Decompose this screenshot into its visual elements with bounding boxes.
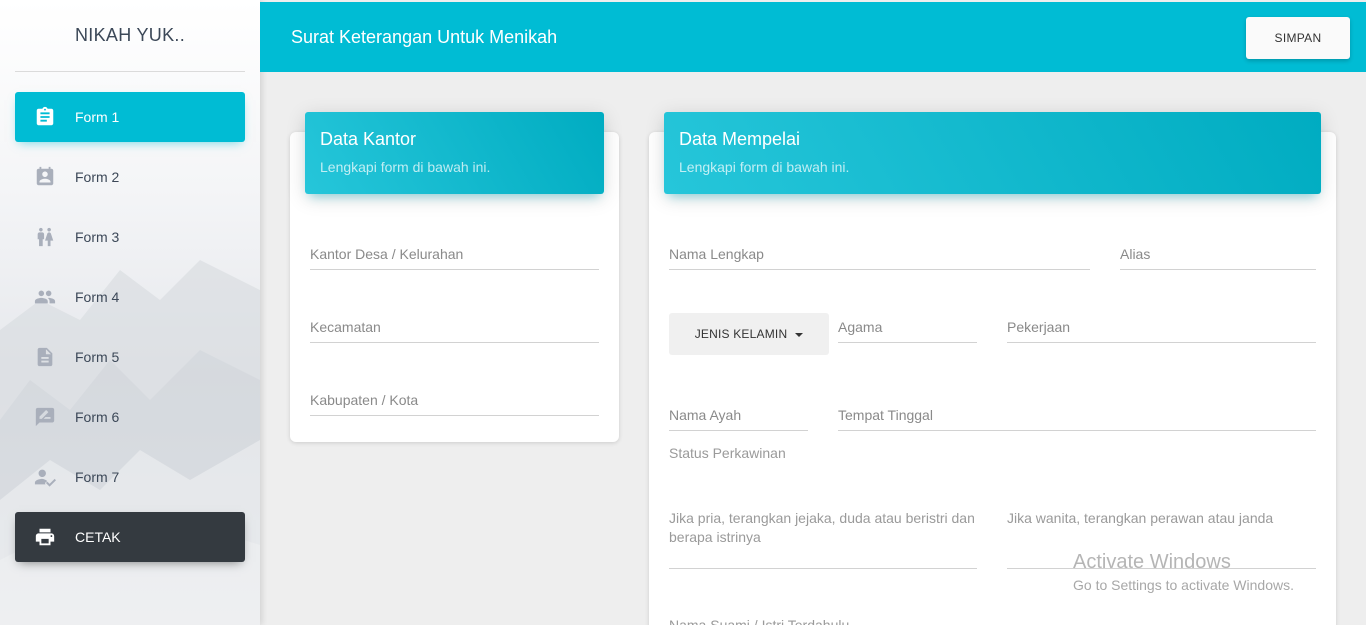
jika-wanita-label: Jika wanita, terangkan perawan atau jand… [1007,510,1274,526]
save-button[interactable]: SIMPAN [1246,17,1350,59]
tempat-tinggal-input[interactable]: Tempat Tinggal [838,407,1316,431]
sidebar-item-label: Form 1 [75,109,120,125]
agama-input[interactable]: Agama [838,319,977,343]
sidebar-item-label: Form 6 [75,409,120,425]
sidebar-item-label: Form 5 [75,349,120,365]
nama-lengkap-input[interactable]: Nama Lengkap [669,246,1090,270]
jika-pria-input[interactable] [669,568,977,569]
card-data-mempelai: Data Mempelai Lengkapi form di bawah ini… [649,112,1336,625]
page-title: Surat Keterangan Untuk Menikah [291,26,558,47]
top-navbar: Surat Keterangan Untuk Menikah SIMPAN [260,2,1366,72]
alias-input[interactable]: Alias [1120,246,1316,270]
document-icon [33,345,57,369]
card-header-kantor: Data Kantor Lengkapi form di bawah ini. [305,112,604,194]
activate-windows-subtitle: Go to Settings to activate Windows. [1073,577,1294,593]
card-title: Data Kantor [320,129,417,149]
sidebar-item-form-5[interactable]: Form 5 [15,332,245,382]
contact-card-icon [33,165,57,189]
nama-suami-istri-label: Nama Suami / Istri Terdahulu [669,617,850,625]
status-perkawinan-label: Status Perkawinan [669,445,786,461]
card-title: Data Mempelai [679,129,801,149]
sidebar: NIKAH YUK.. Form 1 Form 2 Form 3 Form 4 … [0,0,260,625]
jenis-kelamin-dropdown[interactable]: JENIS KELAMIN [669,313,829,355]
jika-pria-label: Jika pria, terangkan jejaka, duda atau b… [669,510,975,545]
card-subtitle: Lengkapi form di bawah ini. [320,159,491,175]
print-icon [33,525,57,549]
sidebar-item-cetak[interactable]: CETAK [15,512,245,562]
kabupaten-input[interactable]: Kabupaten / Kota [310,392,599,416]
sidebar-item-form-7[interactable]: Form 7 [15,452,245,502]
rate-review-icon [33,405,57,429]
sidebar-item-form-4[interactable]: Form 4 [15,272,245,322]
nama-ayah-input[interactable]: Nama Ayah [669,407,808,431]
activate-windows-title: Activate Windows [1073,551,1231,573]
clipboard-icon [33,105,57,129]
sidebar-item-label: Form 7 [75,469,120,485]
sidebar-nav: Form 1 Form 2 Form 3 Form 4 Form 5 Form … [15,92,245,572]
sidebar-item-form-3[interactable]: Form 3 [15,212,245,262]
sidebar-item-form-6[interactable]: Form 6 [15,392,245,442]
sidebar-item-form-1[interactable]: Form 1 [15,92,245,142]
sidebar-item-label: CETAK [75,529,121,545]
caret-down-icon [795,332,804,337]
card-subtitle: Lengkapi form di bawah ini. [679,159,850,175]
sidebar-item-form-2[interactable]: Form 2 [15,152,245,202]
wc-people-icon [33,225,57,249]
sidebar-item-label: Form 2 [75,169,120,185]
group-icon [33,285,57,309]
sidebar-item-label: Form 4 [75,289,120,305]
kecamatan-input[interactable]: Kecamatan [310,319,599,343]
sidebar-item-label: Form 3 [75,229,120,245]
kantor-desa-input[interactable]: Kantor Desa / Kelurahan [310,246,599,270]
card-header-mempelai: Data Mempelai Lengkapi form di bawah ini… [664,112,1321,194]
person-check-icon [33,465,57,489]
pekerjaan-input[interactable]: Pekerjaan [1007,319,1316,343]
brand-title[interactable]: NIKAH YUK.. [15,0,245,72]
